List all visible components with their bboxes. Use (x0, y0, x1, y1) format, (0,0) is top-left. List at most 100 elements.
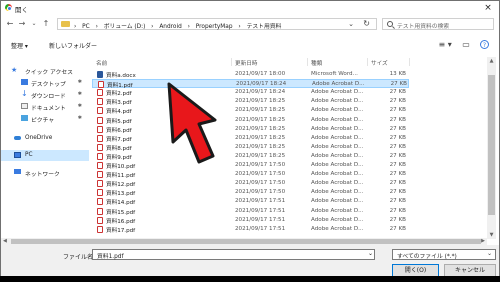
chrome-icon (5, 4, 12, 11)
forward-button[interactable]: → (17, 18, 27, 30)
file-name: 資料16.pdf (106, 218, 136, 225)
help-icon[interactable]: ? (480, 40, 489, 49)
folder-icon (61, 21, 70, 27)
sidebar-item-desktop[interactable]: デスクトップ ✱ (1, 77, 89, 88)
column-header-date[interactable]: 更新日時 (235, 59, 257, 67)
file-name: 資料5.pdf (106, 118, 132, 125)
filename-dropdown-icon[interactable]: ⌄ (368, 250, 373, 257)
column-header-name[interactable]: 名前 (96, 59, 107, 67)
file-size: 27 KB (389, 107, 406, 114)
file-row[interactable]: 資料11.pdf 2021/09/17 17:50 Adobe Acrobat D.… (92, 170, 409, 179)
filetype-select[interactable]: すべてのファイル (*.*) ⌄ (392, 249, 496, 260)
file-row[interactable]: 資料6.pdf 2021/09/17 18:25 Adobe Acrobat D..… (92, 125, 409, 134)
preview-pane-icon[interactable]: ▭ (461, 40, 471, 49)
file-name: 資料17.pdf (106, 227, 136, 234)
open-file-dialog: 開く × ← → ⌄ ↑ › PC › ボリューム (D:) › Android… (0, 0, 500, 282)
window-title: 開く (15, 6, 28, 14)
column-header-type[interactable]: 種類 (311, 59, 322, 67)
file-size: 27 KB (389, 116, 406, 123)
breadcrumb-propertymap[interactable]: PropertyMap (196, 24, 233, 30)
file-row[interactable]: 資料4.pdf 2021/09/17 18:25 Adobe Acrobat D..… (92, 106, 409, 115)
pdf-file-icon (97, 180, 103, 188)
file-row[interactable]: 資料2.pdf 2021/09/17 18:24 Adobe Acrobat D..… (92, 88, 409, 97)
view-controls: ≡ ▾ ▭ ? (431, 40, 489, 49)
file-row[interactable]: 資料7.pdf 2021/09/17 18:25 Adobe Acrobat D..… (92, 134, 409, 143)
file-row[interactable]: 資料16.pdf 2021/09/17 17:51 Adobe Acrobat D.… (92, 216, 409, 225)
file-row[interactable]: 資料10.pdf 2021/09/17 17:50 Adobe Acrobat D.… (92, 161, 409, 170)
view-options-icon[interactable]: ≡ ▾ (438, 40, 452, 49)
back-button[interactable]: ← (5, 18, 15, 30)
file-row[interactable]: 資料1.pdf 2021/09/17 18:24 Adobe Acrobat D..… (92, 79, 409, 89)
breadcrumb-android[interactable]: Android (159, 24, 181, 30)
filename-field[interactable]: 資料1.pdf (92, 249, 375, 260)
file-date: 2021/09/17 17:51 (235, 225, 286, 232)
sidebar-item-quick-access[interactable]: ★ クイック アクセス (1, 65, 89, 76)
scroll-down-icon[interactable]: ▼ (487, 232, 496, 238)
close-button[interactable]: × (477, 1, 499, 15)
sidebar-item-pc[interactable]: PC (1, 150, 89, 161)
file-date: 2021/09/17 17:50 (235, 180, 286, 187)
file-row[interactable]: 資料14.pdf 2021/09/17 17:51 Adobe Acrobat D.… (92, 197, 409, 206)
file-type: Adobe Acrobat D... (311, 116, 364, 123)
file-row[interactable]: 資料3.pdf 2021/09/17 18:25 Adobe Acrobat D..… (92, 97, 409, 106)
sidebar-item-documents[interactable]: ドキュメント ✱ (1, 101, 89, 112)
organize-button[interactable]: 整理 ▾ (11, 41, 28, 50)
up-folder-button[interactable]: ↑ (41, 18, 51, 30)
file-row[interactable]: 資料15.pdf 2021/09/17 17:51 Adobe Acrobat D.… (92, 207, 409, 216)
file-size: 27 KB (389, 143, 406, 150)
file-type: Adobe Acrobat D... (311, 216, 364, 223)
pin-icon: ✱ (77, 115, 82, 121)
filetype-value: すべてのファイル (*.*) (397, 254, 457, 260)
scroll-left-icon[interactable]: ◀ (3, 238, 7, 244)
file-type: Adobe Acrobat D... (311, 107, 364, 114)
picture-icon (21, 115, 28, 121)
horizontal-scrollbar-thumb[interactable] (11, 239, 481, 244)
sidebar-item-pictures[interactable]: ピクチャ ✱ (1, 113, 89, 124)
file-row[interactable]: 資料9.pdf 2021/09/17 18:25 Adobe Acrobat D..… (92, 152, 409, 161)
breadcrumb-test-materials[interactable]: テスト用資料 (247, 24, 282, 30)
breadcrumb-separator: › (187, 24, 190, 30)
search-icon (387, 21, 393, 27)
pdf-file-icon (97, 134, 103, 142)
file-date: 2021/09/17 17:50 (235, 162, 286, 168)
file-row[interactable]: 資料13.pdf 2021/09/17 17:50 Adobe Acrobat D.… (92, 188, 409, 197)
file-row[interactable]: 資料8.pdf 2021/09/17 18:25 Adobe Acrobat D..… (92, 143, 409, 152)
file-row[interactable]: 資料5.pdf 2021/09/17 18:25 Adobe Acrobat D..… (92, 116, 409, 125)
new-folder-button[interactable]: 新しいフォルダー (49, 41, 97, 50)
scrollbar-thumb[interactable] (488, 75, 495, 215)
search-input[interactable]: テスト用資料の検索 (382, 18, 494, 30)
file-type: Adobe Acrobat D... (311, 189, 364, 196)
computer-icon (14, 152, 21, 158)
title-bar: 開く × (1, 1, 499, 15)
file-date: 2021/09/17 18:00 (235, 71, 286, 77)
column-header-size[interactable]: サイズ (371, 59, 388, 67)
breadcrumb-pc[interactable]: PC (82, 24, 90, 30)
file-size: 13 KB (389, 71, 406, 77)
breadcrumb-volume-d[interactable]: ボリューム (D:) (104, 24, 146, 30)
file-name: 資料7.pdf (106, 136, 132, 143)
star-icon: ★ (11, 66, 18, 74)
pdf-file-icon (97, 171, 103, 179)
recent-locations-button[interactable]: ⌄ (29, 18, 39, 30)
sidebar-item-network[interactable]: ネットワーク (1, 167, 89, 178)
horizontal-scrollbar[interactable]: ◀ ▶ (1, 238, 487, 245)
address-bar[interactable]: › PC › ボリューム (D:) › Android › PropertyMa… (57, 18, 377, 30)
network-icon (14, 169, 21, 174)
file-row[interactable]: 資料17.pdf 2021/09/17 17:51 Adobe Acrobat D.… (92, 225, 409, 234)
file-type: Microsoft Word... (311, 71, 358, 77)
file-row[interactable]: 資料12.pdf 2021/09/17 17:50 Adobe Acrobat D.… (92, 179, 409, 188)
file-type: Adobe Acrobat D... (311, 134, 364, 141)
sidebar-item-label: OneDrive (25, 135, 53, 141)
screen-border (0, 276, 500, 282)
scroll-up-icon[interactable]: ▲ (487, 58, 496, 64)
sidebar-item-label: ピクチャ (31, 118, 55, 124)
scroll-right-icon[interactable]: ▶ (481, 238, 485, 244)
refresh-icon[interactable]: ↻ (363, 19, 370, 28)
vertical-scrollbar[interactable]: ▲ ▼ (487, 57, 496, 239)
sidebar-item-downloads[interactable]: ↓ ダウンロード ✱ (1, 89, 89, 100)
file-date: 2021/09/17 18:25 (235, 152, 286, 159)
file-size: 27 KB (389, 134, 406, 141)
address-dropdown-icon[interactable]: ⌄ (348, 20, 354, 28)
file-row[interactable]: 資料a.docx 2021/09/17 18:00 Microsoft Word..… (92, 70, 409, 79)
sidebar-item-onedrive[interactable]: OneDrive (1, 133, 89, 144)
